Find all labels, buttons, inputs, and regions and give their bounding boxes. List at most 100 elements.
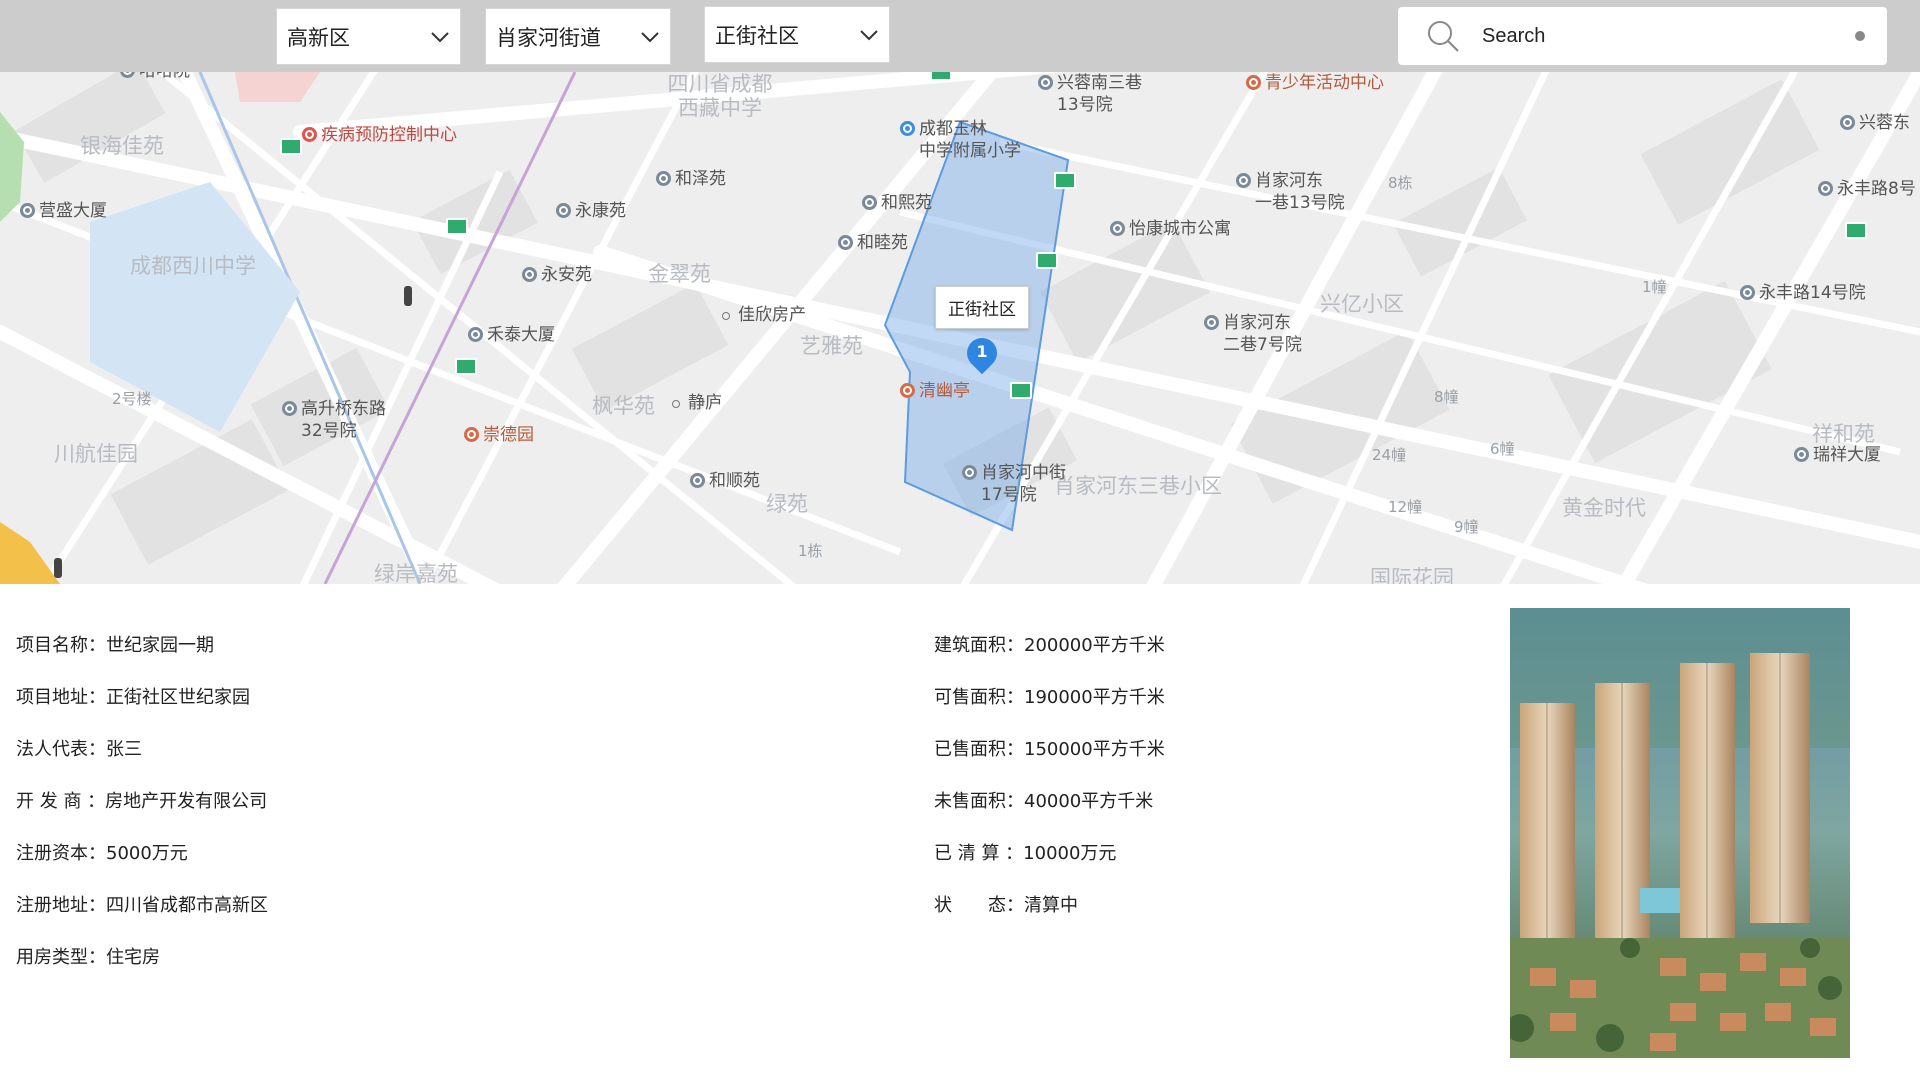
- poi-yongkang-garden[interactable]: 永康苑: [556, 200, 626, 222]
- bus-stop-icon[interactable]: [1054, 172, 1076, 189]
- info-row-registered-address: 注册地址： 四川省成都市高新区: [16, 880, 268, 932]
- poi-ruixiang-building[interactable]: 瑞祥大厦: [1794, 444, 1881, 466]
- poi-yongfeng-8[interactable]: 永丰路8号: [1818, 178, 1916, 200]
- info-row-housing-type: 用房类型： 住宅房: [16, 932, 268, 984]
- poi-heshun-garden[interactable]: 和顺苑: [690, 470, 760, 492]
- info-value: 张三: [106, 739, 142, 760]
- info-label: 未售面积：: [934, 791, 1024, 812]
- poi-hemu-garden[interactable]: 和睦苑: [838, 232, 908, 254]
- poi-label: 青少年活动中心: [1265, 73, 1384, 93]
- map-view[interactable]: 银海佳苑 四川省成都 西藏中学 成都西川中学 金翠苑 艺雅苑 枫华苑 川航佳园 …: [0, 72, 1920, 584]
- poi-gaoshengqiao-32[interactable]: 高升桥东路 32号院: [282, 398, 386, 442]
- map-marker-number: 1: [976, 342, 988, 361]
- info-row-project-address: 项目地址： 正街社区世纪家园: [16, 672, 268, 724]
- location-pin-icon: [656, 171, 671, 186]
- poi-xiaojiahe-zhongjie-17[interactable]: 肖家河中街 17号院: [962, 462, 1066, 506]
- map-area-label: 黄金时代: [1562, 496, 1646, 520]
- poi-label: 佳欣房产: [738, 305, 806, 325]
- poi-xingrong-13[interactable]: 兴蓉南三巷 13号院: [1038, 72, 1142, 116]
- community-dropdown[interactable]: 正街社区: [704, 6, 890, 63]
- bus-stop-icon[interactable]: [446, 218, 468, 235]
- poi-label: 兴蓉南三巷 13号院: [1057, 73, 1142, 115]
- info-row-registered-capital: 注册资本： 5000万元: [16, 828, 268, 880]
- community-dropdown-label: 正街社区: [715, 23, 799, 48]
- location-pin-icon: [1236, 173, 1251, 188]
- location-pin-icon: [1794, 447, 1809, 462]
- info-row-liquidated: 已 清 算 ： 10000万元: [934, 828, 1165, 880]
- chevron-down-icon: [431, 31, 449, 42]
- poi-jiaxin-realty[interactable]: 佳欣房产: [722, 304, 806, 326]
- poi-heze-garden[interactable]: 和泽苑: [656, 168, 726, 190]
- street-dropdown[interactable]: 肖家河街道: [485, 8, 671, 65]
- info-row-saleable-area: 可售面积： 190000平方千米: [934, 672, 1165, 724]
- poi-xingrong-dong[interactable]: 兴蓉东: [1840, 112, 1910, 134]
- location-pin-icon: [690, 473, 705, 488]
- location-pin-icon: [282, 401, 297, 416]
- bus-stop-icon[interactable]: [1845, 222, 1867, 239]
- info-row-developer: 开 发 商 ：房地产开发有限公司: [16, 776, 268, 828]
- poi-jinglu[interactable]: 静庐: [672, 392, 722, 414]
- location-pin-icon: [556, 203, 571, 218]
- poi-label: 怡康城市公寓: [1129, 219, 1231, 239]
- poi-disease-control-center[interactable]: 疾病预防控制中心: [302, 124, 457, 146]
- info-value: 房地产开发有限公司: [105, 791, 268, 812]
- search-box[interactable]: [1398, 7, 1887, 65]
- bus-stop-icon[interactable]: [930, 72, 952, 81]
- poi-label: 永安苑: [541, 265, 592, 285]
- poi-yongfeng-14[interactable]: 永丰路14号院: [1740, 282, 1866, 304]
- location-pin-icon: [1740, 285, 1755, 300]
- location-pin-icon: [20, 203, 35, 218]
- location-pin-icon: [862, 195, 877, 210]
- poi-chongde-garden[interactable]: 崇德园: [464, 424, 534, 446]
- street-dropdown-label: 肖家河街道: [496, 25, 601, 50]
- poi-label: 疾病预防控制中心: [321, 125, 457, 145]
- poi-label: 肖家河东 二巷7号院: [1223, 313, 1302, 355]
- poi-label: 清幽亭: [919, 381, 970, 401]
- poi-label: 静庐: [688, 393, 722, 413]
- poi-label: 成都玉林 中学附属小学: [919, 119, 1021, 161]
- info-value: 住宅房: [106, 947, 160, 968]
- location-pin-icon: [1840, 115, 1855, 130]
- bus-stop-icon[interactable]: [1036, 252, 1058, 269]
- poi-label: 永康苑: [575, 201, 626, 221]
- poi-label: 高升桥东路 32号院: [301, 399, 386, 441]
- map-area-label: 祥和苑: [1812, 422, 1875, 446]
- info-label: 法人代表：: [16, 739, 106, 760]
- poi-qingyou-pavilion[interactable]: 清幽亭: [900, 380, 970, 402]
- filter-bar: 高新区 肖家河街道 正街社区: [0, 0, 1920, 72]
- poi-label: 和泽苑: [675, 169, 726, 189]
- poi-xiaojiahe-dong-13[interactable]: 肖家河东 一巷13号院: [1236, 170, 1345, 214]
- bus-stop-icon[interactable]: [1010, 382, 1032, 399]
- info-row-sold-area: 已售面积： 150000平方千米: [934, 724, 1165, 776]
- district-dropdown[interactable]: 高新区: [276, 8, 461, 65]
- info-label: 注册资本：: [16, 843, 106, 864]
- community-callout[interactable]: 正街社区: [935, 286, 1029, 329]
- poi-haha[interactable]: 哈哈院: [120, 72, 190, 82]
- poi-youth-center[interactable]: 青少年活动中心: [1246, 72, 1384, 94]
- poi-label: 营盛大厦: [39, 201, 107, 221]
- chevron-down-icon: [641, 31, 659, 42]
- bus-stop-icon[interactable]: [280, 138, 302, 155]
- poi-yikang-apartment[interactable]: 怡康城市公寓: [1110, 218, 1231, 240]
- info-value: 世纪家园一期: [106, 635, 214, 656]
- poi-yulin-primary-school[interactable]: 成都玉林 中学附属小学: [900, 118, 1021, 162]
- search-icon[interactable]: [1426, 19, 1460, 53]
- poi-yingsheng-building[interactable]: 营盛大厦: [20, 200, 107, 222]
- search-input[interactable]: [1480, 23, 1855, 49]
- project-info-left: 项目名称： 世纪家园一期 项目地址： 正街社区世纪家园 法人代表： 张三 开 发 商 …: [16, 620, 268, 984]
- info-value: 150000平方千米: [1024, 739, 1165, 760]
- poi-yongan-garden[interactable]: 永安苑: [522, 264, 592, 286]
- location-pin-icon: [962, 465, 977, 480]
- building-label: 8栋: [1388, 174, 1413, 192]
- map-area-label: 成都西川中学: [130, 254, 256, 278]
- location-pin-icon: [1246, 75, 1261, 90]
- info-label: 可售面积：: [934, 687, 1024, 708]
- info-row-status: 状 态： 清算中: [934, 880, 1165, 932]
- poi-hetai-building[interactable]: 禾泰大厦: [468, 324, 555, 346]
- clear-search-icon[interactable]: [1855, 31, 1865, 41]
- poi-xiaojiahe-dong-7[interactable]: 肖家河东 二巷7号院: [1204, 312, 1302, 356]
- poi-hexi-garden[interactable]: 和熙苑: [862, 192, 932, 214]
- building-label: 9幢: [1454, 518, 1479, 536]
- project-rendering-image: [1510, 608, 1850, 1058]
- bus-stop-icon[interactable]: [455, 358, 477, 375]
